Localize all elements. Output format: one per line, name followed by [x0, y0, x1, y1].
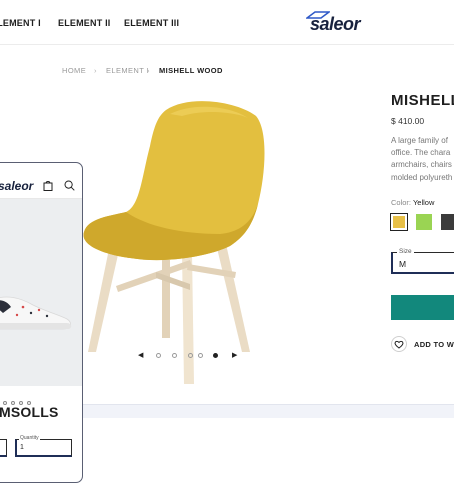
description-line: A large family of	[391, 136, 448, 145]
mobile-saleor-logo[interactable]: saleor	[0, 179, 33, 193]
shopping-bag-icon[interactable]	[43, 180, 53, 191]
gallery-dot[interactable]	[172, 353, 177, 358]
breadcrumb-separator: ›	[147, 66, 150, 75]
gallery-dot-active[interactable]	[213, 353, 218, 358]
mobile-header: saleor	[0, 163, 82, 199]
nav-item-element-1[interactable]: ELEMENT I	[0, 18, 41, 28]
add-to-wishlist-link[interactable]: ADD TO WIS	[414, 340, 454, 349]
search-icon[interactable]	[64, 180, 75, 191]
add-to-cart-button[interactable]	[391, 295, 454, 320]
mobile-size-select[interactable]	[0, 439, 7, 457]
product-description: A large family of office. The chara armc…	[391, 135, 454, 184]
swatch-dark[interactable]	[441, 214, 454, 230]
breadcrumb-home[interactable]: HOME	[62, 66, 86, 75]
gallery-pagination: ◀ ▶	[138, 351, 242, 361]
nav-item-element-2[interactable]: ELEMENT II	[58, 18, 111, 28]
mobile-quantity-value: 1	[20, 444, 24, 451]
gallery-dot[interactable]	[198, 353, 203, 358]
shoe-image	[0, 296, 72, 330]
breadcrumb-parent[interactable]: ELEMENT I	[106, 66, 149, 75]
description-line: armchairs, chairs	[391, 160, 452, 170]
mobile-device-mockup: saleor MSOLLS Quantity 1	[0, 162, 83, 483]
color-label-text: Color:	[391, 198, 412, 207]
caret-left-icon[interactable]: ◀	[138, 351, 143, 359]
wishlist-heart-icon[interactable]	[391, 336, 407, 352]
gallery-dot[interactable]	[156, 353, 161, 358]
mobile-quantity-label: Quantity	[19, 435, 40, 441]
color-value: Yellow	[412, 198, 435, 207]
nav-item-element-3[interactable]: ELEMENT III	[124, 18, 179, 28]
product-price: $ 410.00	[391, 116, 425, 126]
product-title: MISHELL	[391, 92, 454, 109]
caret-right-icon[interactable]: ▶	[232, 351, 237, 359]
mobile-product-image	[0, 199, 82, 405]
logo-text: saleor	[310, 14, 361, 34]
swatch-yellow[interactable]	[390, 213, 408, 231]
product-image-chair	[83, 101, 265, 384]
size-label: Size	[397, 248, 414, 255]
mobile-product-title: MSOLLS	[0, 404, 59, 420]
gallery-dot[interactable]	[188, 353, 193, 358]
breadcrumb-separator: ›	[94, 66, 97, 75]
description-line: molded polyureth	[391, 172, 453, 182]
breadcrumb-current: MISHELL WOOD	[159, 66, 223, 75]
color-label: Color: Yellow	[391, 198, 434, 207]
page-footer-bar	[82, 404, 454, 418]
swatch-green[interactable]	[416, 214, 432, 230]
description-line: office. The chara	[391, 148, 451, 158]
top-navigation: ELEMENT I ELEMENT II ELEMENT III saleor	[0, 0, 454, 45]
size-value: M	[399, 259, 407, 269]
saleor-logo[interactable]: saleor	[306, 10, 362, 36]
